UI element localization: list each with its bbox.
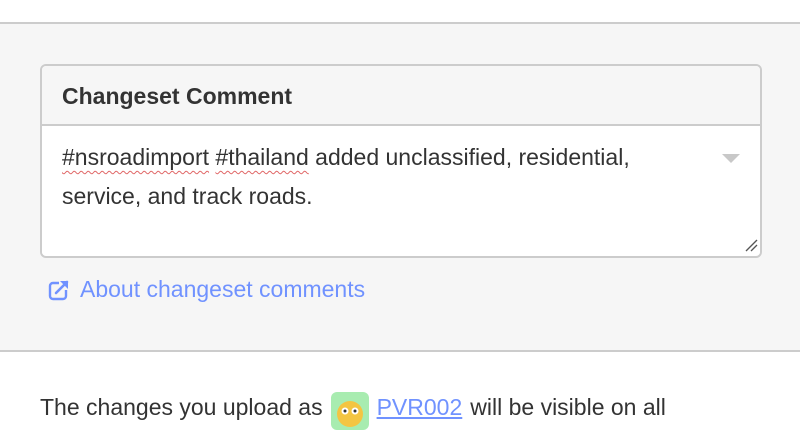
changeset-comment-value[interactable]: #nsroadimport #thailand added unclassifi… xyxy=(62,138,702,216)
user-avatar xyxy=(330,392,369,430)
changeset-comment-header: Changeset Comment xyxy=(42,66,760,126)
hashtag-thailand: #thailand xyxy=(215,144,309,170)
about-changeset-comments-link[interactable]: About changeset comments xyxy=(48,276,365,303)
changeset-comment-textarea[interactable]: #nsroadimport #thailand added unclassifi… xyxy=(42,126,760,254)
upload-visibility-notice: The changes you upload as PVR002 will be… xyxy=(40,388,666,430)
resize-handle-icon[interactable] xyxy=(744,238,758,252)
username-link[interactable]: PVR002 xyxy=(377,394,463,421)
external-link-icon xyxy=(48,279,69,300)
combobox-caret-icon[interactable] xyxy=(722,154,740,163)
changeset-comment-section: Changeset Comment #nsroadimport #thailan… xyxy=(0,24,800,352)
about-link-label: About changeset comments xyxy=(80,276,366,302)
changeset-comment-title: Changeset Comment xyxy=(62,83,293,109)
hashtag-nsroadimport: #nsroadimport xyxy=(62,144,210,170)
upload-notice-suffix: will be visible on all xyxy=(470,393,666,420)
top-divider xyxy=(0,0,800,24)
upload-notice-prefix: The changes you upload as xyxy=(40,393,323,420)
changeset-comment-card: Changeset Comment #nsroadimport #thailan… xyxy=(40,64,762,258)
